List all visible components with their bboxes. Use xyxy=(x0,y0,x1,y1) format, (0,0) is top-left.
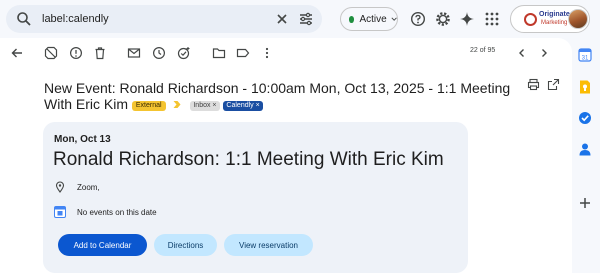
view-reservation-button[interactable]: View reservation xyxy=(224,234,313,256)
calendar-status: No events on this date xyxy=(77,208,157,217)
move-icon[interactable] xyxy=(212,46,226,60)
clear-icon[interactable] xyxy=(274,11,290,27)
add-icon[interactable] xyxy=(578,196,592,210)
settings-icon[interactable] xyxy=(435,11,451,27)
importance-icon[interactable] xyxy=(173,100,182,109)
tasks-icon[interactable] xyxy=(578,111,592,125)
status-dropdown[interactable]: Active xyxy=(340,7,398,31)
search-input[interactable] xyxy=(42,11,262,27)
location-icon xyxy=(55,181,65,193)
account-button[interactable]: Originate Marketing xyxy=(510,5,590,33)
back-icon[interactable] xyxy=(10,46,24,60)
open-new-window-icon[interactable] xyxy=(547,78,560,91)
gemini-icon[interactable] xyxy=(459,11,475,27)
email-panel: 22 of 95 New Event: Ronald Richardson - … xyxy=(0,38,572,273)
label-inbox[interactable]: Inbox × xyxy=(190,101,220,111)
svg-text:31: 31 xyxy=(582,56,589,62)
add-task-icon[interactable] xyxy=(177,46,191,60)
tune-icon[interactable] xyxy=(298,11,314,27)
event-date: Mon, Oct 13 xyxy=(54,134,111,145)
brand-logo xyxy=(524,13,537,26)
add-to-calendar-button[interactable]: Add to Calendar xyxy=(58,234,147,256)
directions-button[interactable]: Directions xyxy=(154,234,217,256)
chevron-down-icon xyxy=(391,17,397,21)
keep-icon[interactable] xyxy=(578,80,592,94)
snooze-icon[interactable] xyxy=(152,46,166,60)
contacts-icon[interactable] xyxy=(578,142,592,156)
report-spam-icon[interactable] xyxy=(44,46,58,60)
report-icon[interactable] xyxy=(69,46,83,60)
search-bar[interactable] xyxy=(6,5,322,33)
next-icon[interactable] xyxy=(537,46,551,60)
calendar-app-icon[interactable]: 31 xyxy=(578,48,592,62)
email-subject: New Event: Ronald Richardson - 10:00am M… xyxy=(44,80,514,112)
label-external: External xyxy=(131,101,166,111)
delete-icon[interactable] xyxy=(93,46,107,60)
status-dot xyxy=(349,15,355,23)
event-title: Ronald Richardson: 1:1 Meeting With Eric… xyxy=(53,149,444,170)
calendar-icon xyxy=(54,206,66,218)
apps-icon[interactable] xyxy=(484,11,500,27)
label-calendly[interactable]: Calendly × xyxy=(223,101,263,111)
side-panel-rail: 31 xyxy=(572,38,600,273)
event-card: Mon, Oct 13 Ronald Richardson: 1:1 Meeti… xyxy=(43,122,468,273)
status-label: Active xyxy=(359,13,387,25)
avatar[interactable] xyxy=(568,9,588,29)
event-location: Zoom, xyxy=(77,183,100,192)
more-icon[interactable] xyxy=(260,46,274,60)
print-icon[interactable] xyxy=(527,78,540,91)
search-icon[interactable] xyxy=(16,11,32,27)
prev-icon[interactable] xyxy=(515,46,529,60)
brand-name-line1: Originate xyxy=(539,11,570,18)
label-icon[interactable] xyxy=(236,46,250,60)
mark-unread-icon[interactable] xyxy=(127,46,141,60)
help-icon[interactable] xyxy=(410,11,426,27)
brand-name-line2: Marketing xyxy=(541,20,568,26)
pagination-label: 22 of 95 xyxy=(470,47,496,54)
subject-text: New Event: Ronald Richardson - 10:00am M… xyxy=(44,80,511,112)
top-bar: Active Originate Marketing xyxy=(0,0,600,38)
